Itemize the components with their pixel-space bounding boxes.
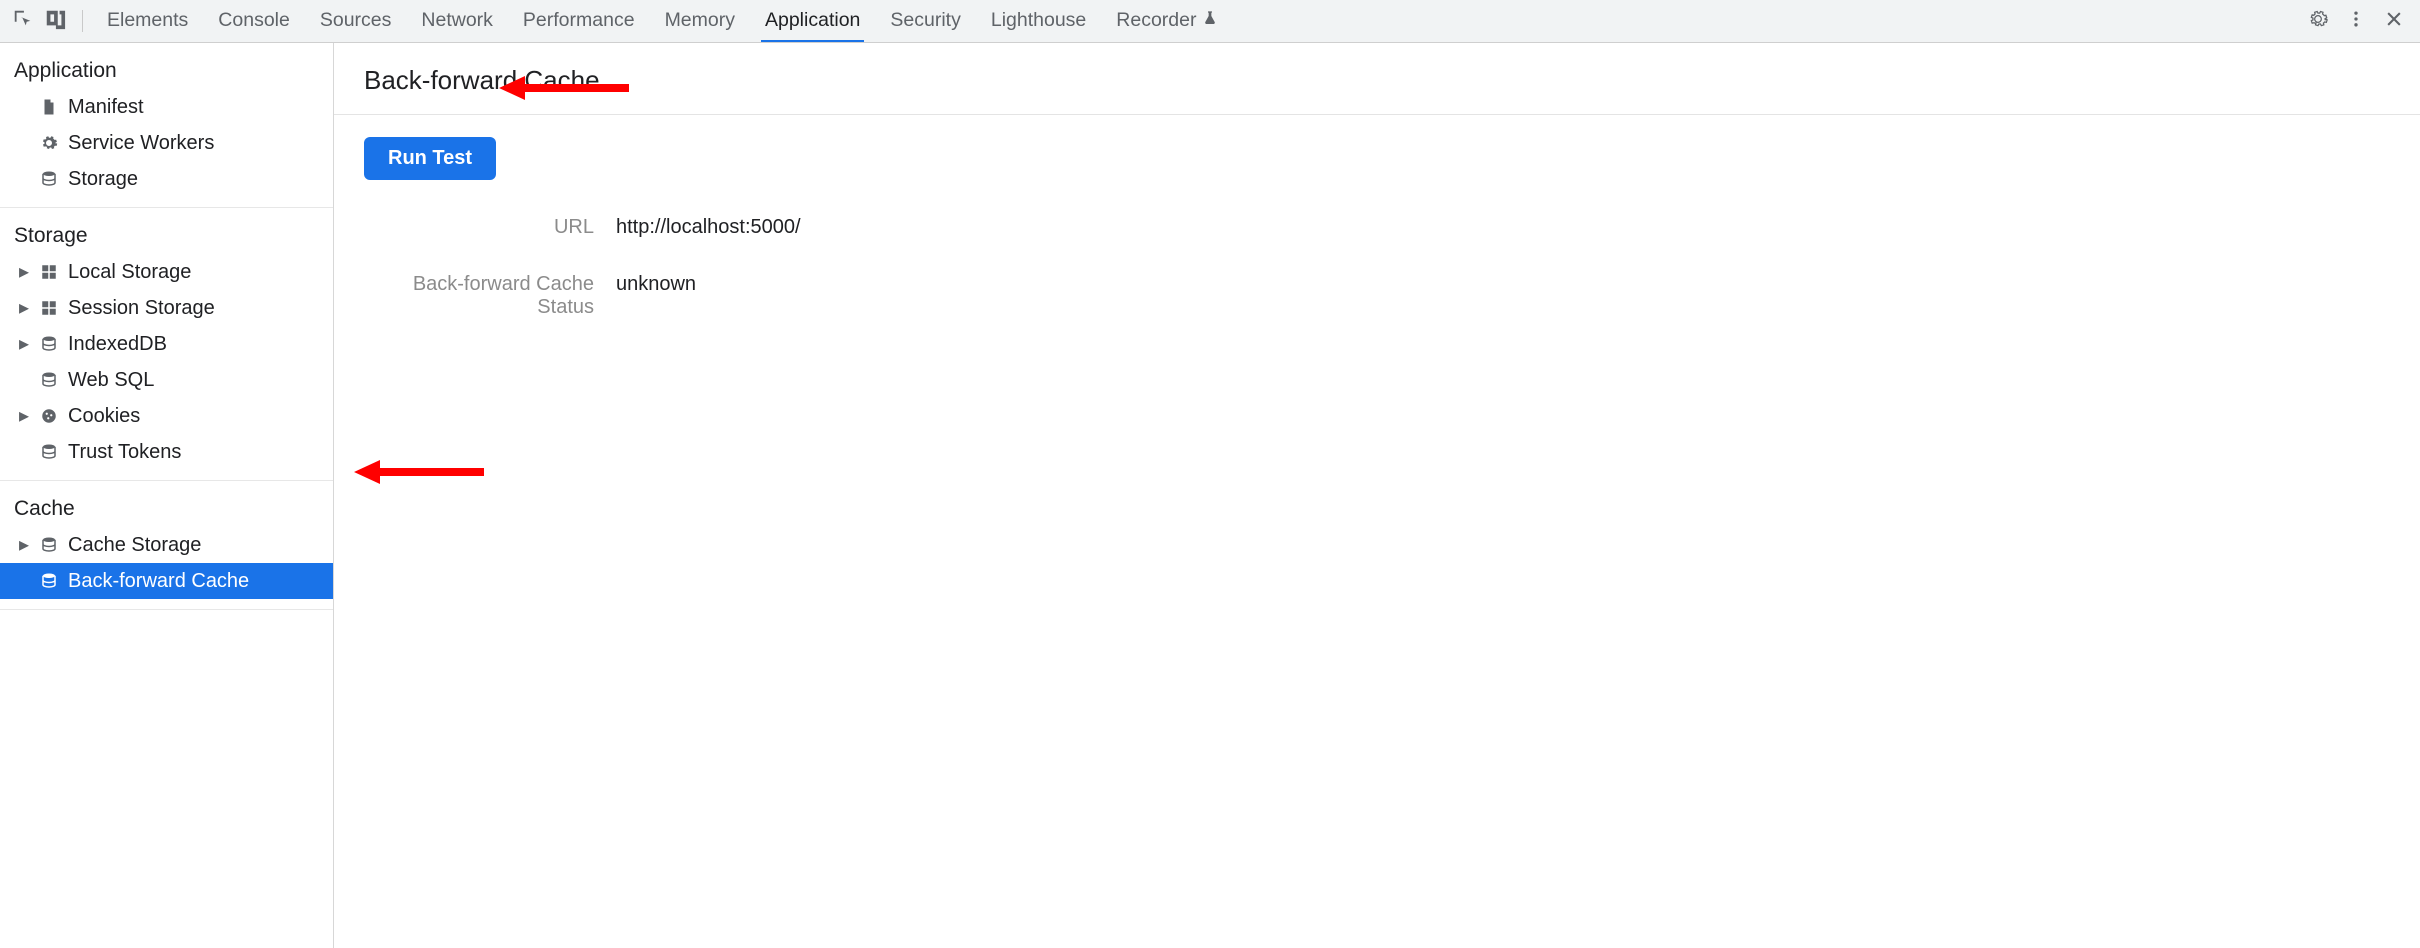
db-icon — [38, 369, 60, 391]
tab-recorder[interactable]: Recorder — [1112, 0, 1222, 42]
chevron-right-icon[interactable]: ▸ — [18, 266, 30, 278]
sidebar-item-cache-storage[interactable]: ▸ Cache Storage — [0, 527, 333, 563]
sidebar-item-local-storage[interactable]: ▸ Local Storage — [0, 254, 333, 290]
gear-icon[interactable] — [2308, 9, 2328, 34]
db-icon — [38, 534, 60, 556]
tab-label: Recorder — [1116, 9, 1196, 32]
section-title: Storage — [0, 218, 333, 254]
sidebar-item-label: Session Storage — [68, 294, 215, 322]
application-sidebar: Application Manifest Service Workers Sto… — [0, 43, 334, 948]
run-test-button[interactable]: Run Test — [364, 137, 496, 180]
sidebar-section-application: Application Manifest Service Workers Sto… — [0, 43, 333, 208]
sidebar-item-back-forward-cache[interactable]: Back-forward Cache — [0, 563, 333, 599]
chevron-right-icon[interactable]: ▸ — [18, 338, 30, 350]
close-icon[interactable] — [2384, 9, 2404, 34]
sidebar-item-indexeddb[interactable]: ▸ IndexedDB — [0, 326, 333, 362]
more-vert-icon[interactable] — [2346, 9, 2366, 34]
sidebar-item-service-workers[interactable]: Service Workers — [0, 125, 333, 161]
tab-label: Elements — [107, 9, 188, 32]
db-icon — [38, 570, 60, 592]
device-toolbar-icon[interactable] — [44, 8, 66, 35]
info-grid: URL http://localhost:5000/ Back-forward … — [364, 216, 2390, 319]
tab-elements[interactable]: Elements — [103, 0, 192, 42]
sidebar-item-storage[interactable]: Storage — [0, 161, 333, 197]
tabbar-leading-icons — [4, 8, 74, 35]
tab-performance[interactable]: Performance — [519, 0, 639, 42]
tab-security[interactable]: Security — [886, 0, 964, 42]
chevron-right-icon[interactable]: ▸ — [18, 302, 30, 314]
sidebar-section-storage: Storage ▸ Local Storage ▸ Session Storag… — [0, 208, 333, 481]
tab-label: Security — [890, 9, 960, 32]
sidebar-item-web-sql[interactable]: Web SQL — [0, 362, 333, 398]
page-title: Back-forward Cache — [334, 43, 2420, 115]
bfcache-status-label: Back-forward Cache Status — [364, 273, 594, 319]
tab-console[interactable]: Console — [214, 0, 294, 42]
cookie-icon — [38, 405, 60, 427]
url-label: URL — [364, 216, 594, 239]
main-panel: Back-forward Cache Run Test URL http://l… — [334, 43, 2420, 948]
section-title: Application — [0, 53, 333, 89]
bfcache-status-value: unknown — [616, 273, 2390, 319]
chevron-right-icon[interactable]: ▸ — [18, 410, 30, 422]
devtools-tabbar: Elements Console Sources Network Perform… — [0, 0, 2420, 43]
sidebar-item-label: Trust Tokens — [68, 438, 181, 466]
chevron-right-icon[interactable]: ▸ — [18, 539, 30, 551]
tab-label: Performance — [523, 9, 635, 32]
tab-network[interactable]: Network — [417, 0, 497, 42]
sidebar-item-label: Service Workers — [68, 129, 214, 157]
main-body: Run Test URL http://localhost:5000/ Back… — [334, 115, 2420, 341]
db-icon — [38, 441, 60, 463]
sidebar-item-label: Local Storage — [68, 258, 191, 286]
inspect-element-icon[interactable] — [12, 8, 34, 35]
sidebar-item-label: Cookies — [68, 402, 140, 430]
sidebar-item-cookies[interactable]: ▸ Cookies — [0, 398, 333, 434]
sidebar-item-label: Cache Storage — [68, 531, 201, 559]
db-icon — [38, 168, 60, 190]
sidebar-item-label: Web SQL — [68, 366, 154, 394]
gear-icon — [38, 132, 60, 154]
tab-label: Memory — [665, 9, 735, 32]
tab-lighthouse[interactable]: Lighthouse — [987, 0, 1090, 42]
tabbar-divider — [82, 10, 83, 32]
sidebar-item-label: IndexedDB — [68, 330, 167, 358]
section-title: Cache — [0, 491, 333, 527]
tab-label: Network — [421, 9, 493, 32]
url-value: http://localhost:5000/ — [616, 216, 2390, 239]
sidebar-item-label: Manifest — [68, 93, 144, 121]
grid-icon — [38, 297, 60, 319]
db-icon — [38, 333, 60, 355]
tabbar-trailing-icons — [2308, 9, 2416, 34]
tab-label: Console — [218, 9, 290, 32]
sidebar-section-cache: Cache ▸ Cache Storage Back-forward Cache — [0, 481, 333, 610]
annotation-arrow-icon — [354, 457, 484, 492]
tab-label: Lighthouse — [991, 9, 1086, 32]
sidebar-item-manifest[interactable]: Manifest — [0, 89, 333, 125]
tab-sources[interactable]: Sources — [316, 0, 396, 42]
sidebar-item-label: Back-forward Cache — [68, 567, 249, 595]
document-icon — [38, 96, 60, 118]
grid-icon — [38, 261, 60, 283]
tabbar-tabs: Elements Console Sources Network Perform… — [91, 0, 2306, 42]
sidebar-item-session-storage[interactable]: ▸ Session Storage — [0, 290, 333, 326]
flask-icon — [1202, 9, 1218, 32]
tab-memory[interactable]: Memory — [661, 0, 739, 42]
tab-label: Application — [765, 9, 860, 32]
tab-label: Sources — [320, 9, 392, 32]
sidebar-item-label: Storage — [68, 165, 138, 193]
tab-application[interactable]: Application — [761, 0, 864, 42]
sidebar-item-trust-tokens[interactable]: Trust Tokens — [0, 434, 333, 470]
